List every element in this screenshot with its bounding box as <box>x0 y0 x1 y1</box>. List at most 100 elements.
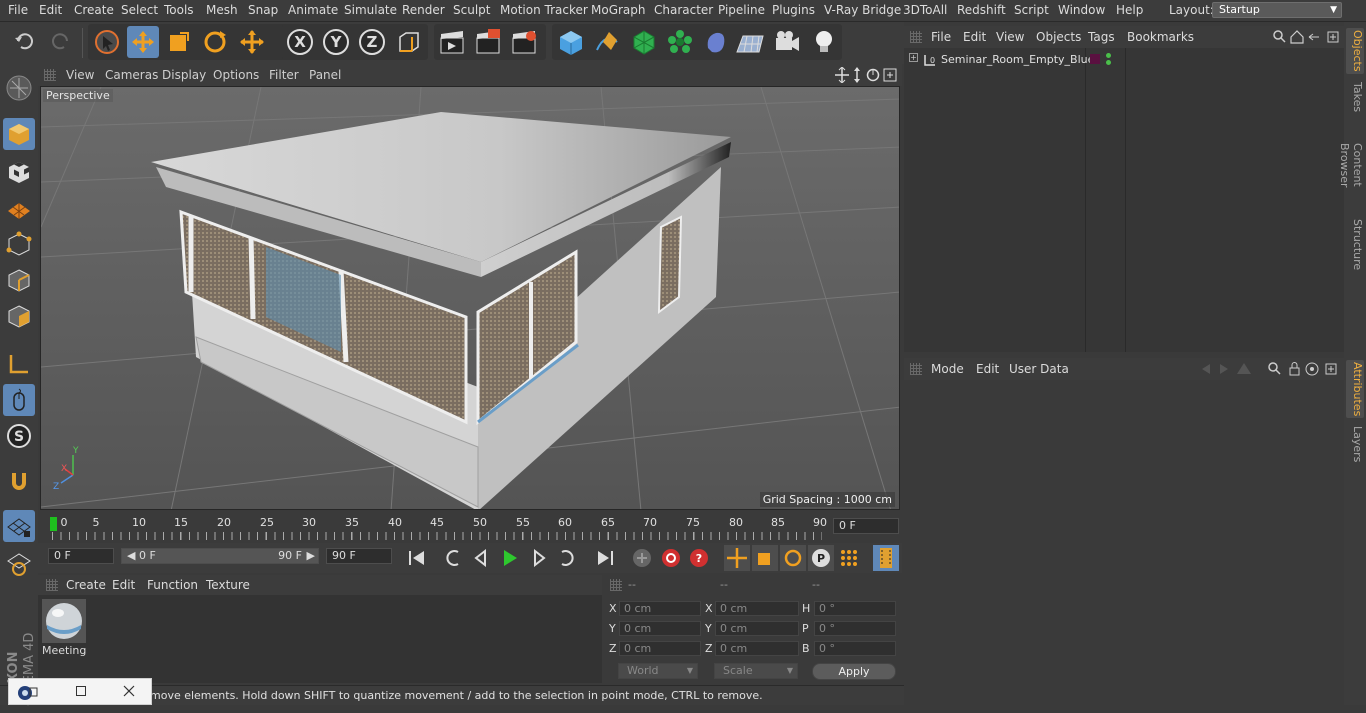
coordinate-system-button[interactable] <box>393 26 425 58</box>
camera-button[interactable] <box>771 26 803 58</box>
objects-menu-file[interactable]: File <box>931 30 951 44</box>
maximize-icon[interactable] <box>76 686 86 696</box>
attributes-menu-mode[interactable]: Mode <box>931 362 964 376</box>
record-keys-button[interactable] <box>658 545 684 571</box>
maximize-view-icon[interactable] <box>883 68 897 82</box>
position-y-field[interactable]: 0 cm <box>619 621 701 636</box>
tab-takes[interactable]: Takes <box>1346 80 1364 114</box>
go-to-end-button[interactable] <box>592 545 618 571</box>
close-icon[interactable] <box>123 685 135 697</box>
coordinate-mode-select[interactable]: World ▼ <box>618 663 698 679</box>
tweak-mode-button[interactable] <box>3 384 35 416</box>
expand-icon[interactable]: + <box>909 53 918 62</box>
texture-mode-button[interactable] <box>3 156 35 188</box>
key-rotation-button[interactable] <box>780 545 806 571</box>
cube-button[interactable] <box>555 26 587 58</box>
menu-window[interactable]: Window <box>1058 3 1105 17</box>
live-selection-button[interactable] <box>91 26 123 58</box>
search-icon[interactable] <box>1273 30 1286 43</box>
menu-sculpt[interactable]: Sculpt <box>453 3 490 17</box>
light-button[interactable] <box>808 26 840 58</box>
model-mode-button[interactable] <box>3 118 35 150</box>
forward-arrow-icon[interactable] <box>1220 364 1228 374</box>
workplane-button[interactable] <box>3 192 35 224</box>
key-scale-button[interactable] <box>752 545 778 571</box>
zoom-icon[interactable] <box>854 67 860 83</box>
rotation-b-field[interactable]: 0 ° <box>814 641 896 656</box>
rotation-p-field[interactable]: 0 ° <box>814 621 896 636</box>
menu-3dtoall[interactable]: 3DToAll <box>903 3 947 17</box>
back-arrow-icon[interactable] <box>1202 364 1210 374</box>
up-arrow-icon[interactable] <box>1237 363 1251 374</box>
objects-menu-objects[interactable]: Objects <box>1036 30 1081 44</box>
transform-tool-button[interactable] <box>236 26 268 58</box>
autokeying-button[interactable]: ? <box>686 545 712 571</box>
size-y-field[interactable]: 0 cm <box>715 621 799 636</box>
objects-menu-bookmarks[interactable]: Bookmarks <box>1127 30 1194 44</box>
next-key-button[interactable] <box>553 545 579 571</box>
objects-menu-edit[interactable]: Edit <box>963 30 986 44</box>
menu-simulate[interactable]: Simulate <box>344 3 397 17</box>
floor-button[interactable] <box>734 26 766 58</box>
object-name[interactable]: Seminar_Room_Empty_Blue <box>941 53 1094 66</box>
menu-pipeline[interactable]: Pipeline <box>718 3 765 17</box>
menu-select[interactable]: Select <box>121 3 158 17</box>
key-parameter-button[interactable]: P <box>808 545 834 571</box>
menu-edit[interactable]: Edit <box>39 3 62 17</box>
render-view-button[interactable] <box>436 26 468 58</box>
new-panel-icon[interactable] <box>1325 363 1337 375</box>
layout-select[interactable]: Startup ▼ <box>1212 2 1342 18</box>
motion-record-button[interactable] <box>629 545 655 571</box>
snap-button[interactable] <box>3 466 35 498</box>
home-icon[interactable] <box>1290 30 1304 44</box>
end-frame-field[interactable]: 90 F <box>326 548 392 564</box>
viewport-menu-filter[interactable]: Filter <box>269 68 299 82</box>
tab-objects[interactable]: Objects <box>1346 28 1364 74</box>
render-visibility-dot[interactable] <box>1106 60 1111 65</box>
y-axis-button[interactable]: Y <box>320 26 352 58</box>
objects-menu-view[interactable]: View <box>996 30 1024 44</box>
menu-character[interactable]: Character <box>654 3 713 17</box>
pan-icon[interactable] <box>835 67 849 83</box>
move-tool-button[interactable] <box>127 26 159 58</box>
menu-tools[interactable]: Tools <box>164 3 194 17</box>
locked-workplane-button[interactable] <box>3 548 35 580</box>
viewport-menu-view[interactable]: View <box>66 68 94 82</box>
material-menu-edit[interactable]: Edit <box>112 578 135 592</box>
material-swatch[interactable]: Meeting <box>42 599 86 657</box>
size-z-field[interactable]: 0 cm <box>715 641 799 656</box>
material-menu-create[interactable]: Create <box>66 578 106 592</box>
position-z-field[interactable]: 0 cm <box>619 641 701 656</box>
apply-button[interactable]: Apply <box>812 663 896 680</box>
tab-content-browser[interactable]: Content Browser <box>1338 120 1364 210</box>
start-frame-field[interactable]: 0 F <box>48 548 114 564</box>
key-pla-button[interactable] <box>836 545 862 571</box>
timeline-window-button[interactable] <box>873 545 899 571</box>
edges-mode-button[interactable] <box>3 264 35 296</box>
menu-plugins[interactable]: Plugins <box>772 3 815 17</box>
play-button[interactable] <box>497 545 523 571</box>
viewport-menu-panel[interactable]: Panel <box>309 68 341 82</box>
cloner-button[interactable] <box>664 26 696 58</box>
x-axis-button[interactable]: X <box>284 26 316 58</box>
menu-vray-bridge[interactable]: V-Ray Bridge <box>824 3 901 17</box>
layer-color-swatch[interactable] <box>1090 54 1100 64</box>
back-icon[interactable] <box>1308 33 1319 41</box>
z-axis-button[interactable]: Z <box>356 26 388 58</box>
search-icon[interactable] <box>1268 362 1281 375</box>
rotate-tool-button[interactable] <box>199 26 231 58</box>
objects-menu-tags[interactable]: Tags <box>1088 30 1115 44</box>
object-row[interactable]: + 0 Seminar_Room_Empty_Blue <box>904 52 1344 70</box>
attributes-menu-edit[interactable]: Edit <box>976 362 999 376</box>
viewport-menu-display[interactable]: Display <box>162 68 206 82</box>
timeline-ruler[interactable]: 0 5 10 15 20 25 30 35 40 45 50 55 60 65 … <box>38 512 902 542</box>
undo-button[interactable] <box>9 26 41 58</box>
new-panel-icon[interactable] <box>1327 31 1339 43</box>
size-x-field[interactable]: 0 cm <box>715 601 799 616</box>
make-editable-button[interactable] <box>3 72 35 104</box>
previous-key-button[interactable] <box>441 545 467 571</box>
pen-spline-button[interactable] <box>591 26 623 58</box>
attributes-menu-user-data[interactable]: User Data <box>1009 362 1069 376</box>
position-x-field[interactable]: 0 cm <box>619 601 701 616</box>
menu-file[interactable]: File <box>8 3 28 17</box>
